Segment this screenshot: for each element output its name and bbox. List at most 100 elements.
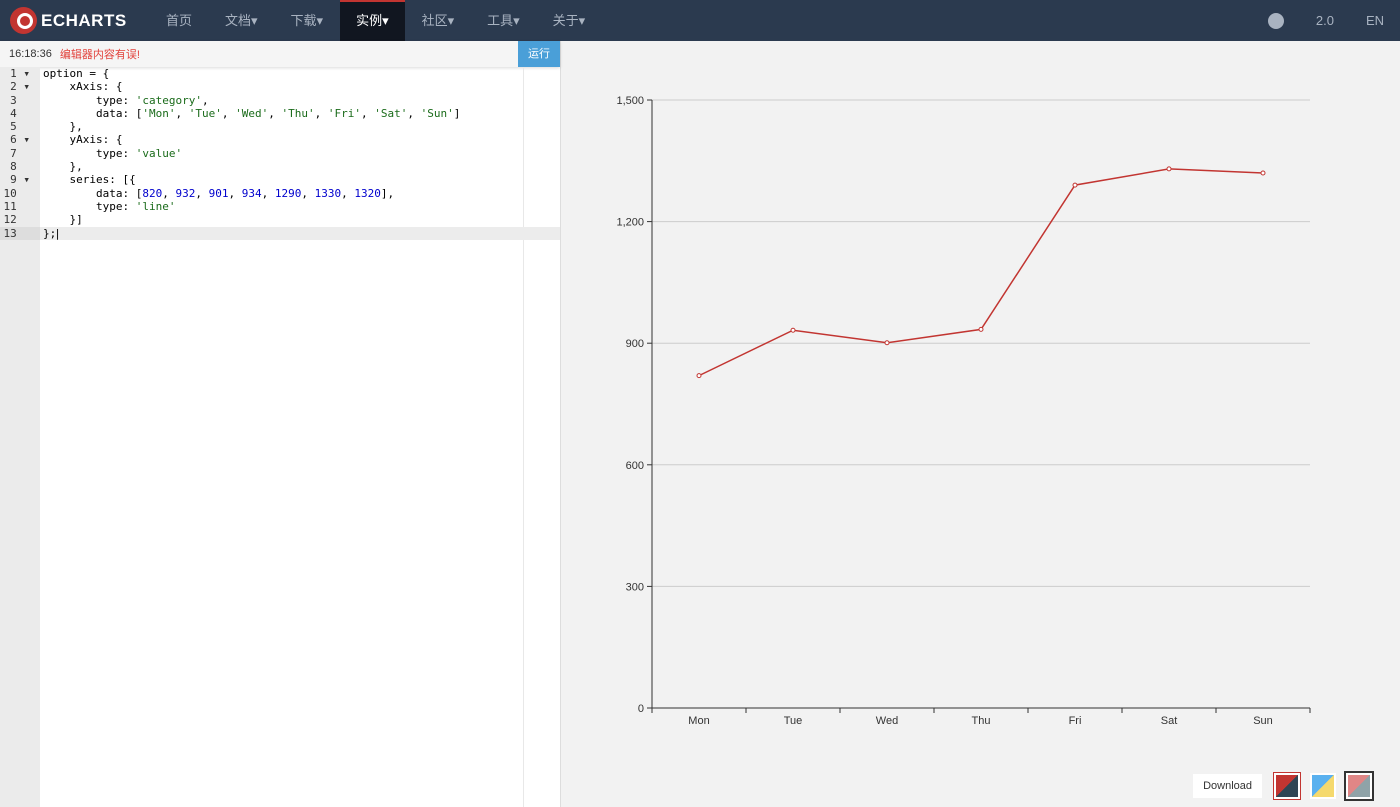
line-number: 10 [0,186,40,200]
code-token: }, [43,160,83,174]
echarts-logo[interactable]: ECHARTS [10,7,150,34]
code-token: 'value' [135,146,183,160]
code-line: 12 }] [0,213,560,227]
nav-item[interactable]: 关于▾ [537,0,602,41]
code-token: 820 [142,186,163,200]
code-token: 901 [208,186,229,200]
version-link[interactable]: 2.0 [1316,13,1334,28]
data-point [1072,182,1078,188]
theme-swatch[interactable] [1310,773,1336,799]
line-number: 4 [0,106,40,121]
code-token: , [360,106,375,120]
code-token: , [221,106,236,120]
code-token: 934 [241,186,262,200]
data-point [1166,166,1172,172]
line-number: 12 [0,213,40,227]
status-error: 编辑器内容有误! [59,49,140,61]
line-number: 13 [0,226,40,240]
github-icon[interactable] [1267,12,1284,29]
code-line: 8 }, [0,160,560,174]
code-token: data: [ [43,106,143,120]
chart-toolbar: Download [1193,771,1374,801]
language-link[interactable]: EN [1366,13,1384,28]
code-token: xAxis: { [43,80,123,94]
logo-text: ECHARTS [41,10,127,30]
line-number: 6 ▾ [0,133,40,147]
code-token: , [341,186,355,200]
code-token: 1320 [354,186,381,200]
top-nav: ECHARTS 首页 文档▾ 下载▾ 实例▾ 社区▾ 工具▾ 关于▾ 2.0 EN [0,0,1400,41]
code-token: 'Wed' [235,106,269,120]
code-token: , [195,186,209,200]
line-chart: 0 300 600 900 1,200 1,500 Mon Tue Wed Thu Fri Sat Su… [616,95,1311,727]
nav-item[interactable]: 社区▾ [406,0,471,41]
code-line: 6 ▾ yAxis: { [0,133,560,147]
code-token: 'Fri' [327,106,361,120]
series-line [698,168,1264,377]
code-token: , [175,106,189,120]
line-number: 11 [0,199,40,214]
code-token: 1290 [274,186,302,200]
code-token: 'line' [135,199,176,213]
theme-swatch[interactable] [1344,771,1374,801]
line-number: 3 [0,93,40,107]
y-tick-label: 0 [638,703,644,715]
nav-item[interactable]: 工具▾ [471,0,536,41]
code-token: 'Sat' [374,106,408,120]
code-token: 'Tue' [188,106,222,120]
code-token: , [162,186,176,200]
line-number: 8 [0,160,40,174]
code-token: , [301,186,315,200]
code-line: 7 type: 'value' [0,146,560,161]
code-line: 2 ▾ xAxis: { [0,80,560,94]
theme-swatch[interactable] [1273,772,1301,800]
nav-item[interactable]: 下载▾ [275,0,340,41]
code-token: 'Thu' [281,106,315,120]
code-token: series: [{ [43,173,136,187]
code-token: data: [ [43,186,143,200]
code-token: , [314,106,328,120]
code-token: 1330 [314,186,342,200]
code-editor[interactable]: 1 ▾ option = {2 ▾ xAxis: {3 type: 'catego… [0,67,560,240]
logo-icon [10,7,37,34]
x-tick-label: Mon [688,715,709,727]
code-line: 10 data: [820, 932, 901, 934, 1290, 1330… [0,186,560,200]
code-line: 3 type: 'category', [0,93,560,107]
data-point [884,340,890,346]
code-token: , [228,186,242,200]
x-tick-label: Thu [972,715,991,727]
code-line: 11 type: 'line' [0,199,560,214]
line-number: 5 [0,120,40,134]
code-token: , [268,106,282,120]
x-tick-label: Fri [1069,715,1082,727]
x-tick-label: Sun [1253,715,1273,727]
nav-item[interactable]: 实例▾ [340,0,405,41]
code-line: 13 };| [0,226,560,240]
line-number: 7 [0,146,40,161]
code-line: 5 }, [0,120,560,134]
code-token: 932 [175,186,196,200]
code-token: }] [43,213,83,227]
code-line: 1 ▾ option = { [0,67,560,81]
x-tick-label: Sat [1161,715,1178,727]
run-button[interactable]: 运行 [518,41,560,67]
code-token: , [261,186,275,200]
x-tick-label: Wed [876,715,898,727]
nav-item[interactable]: 文档▾ [209,0,274,41]
code-token: ] [453,106,461,120]
code-token: option = { [43,67,110,80]
y-tick-label: 900 [626,338,644,350]
nav-item[interactable]: 首页 [150,0,208,41]
line-number: 1 ▾ [0,67,40,81]
y-tick-label: 300 [626,581,644,593]
code-line: 9 ▾ series: [{ [0,173,560,187]
code-token: type: [43,199,136,213]
status-bar: 16:18:36 编辑器内容有误! 运行 [0,41,560,67]
y-tick-label: 1,500 [616,95,644,107]
data-point [978,326,984,332]
code-token: 'category' [135,93,202,107]
y-tick-label: 600 [626,460,644,472]
y-tick-label: 1,200 [616,217,644,229]
download-button[interactable]: Download [1193,774,1262,798]
code-token: , [201,93,209,107]
